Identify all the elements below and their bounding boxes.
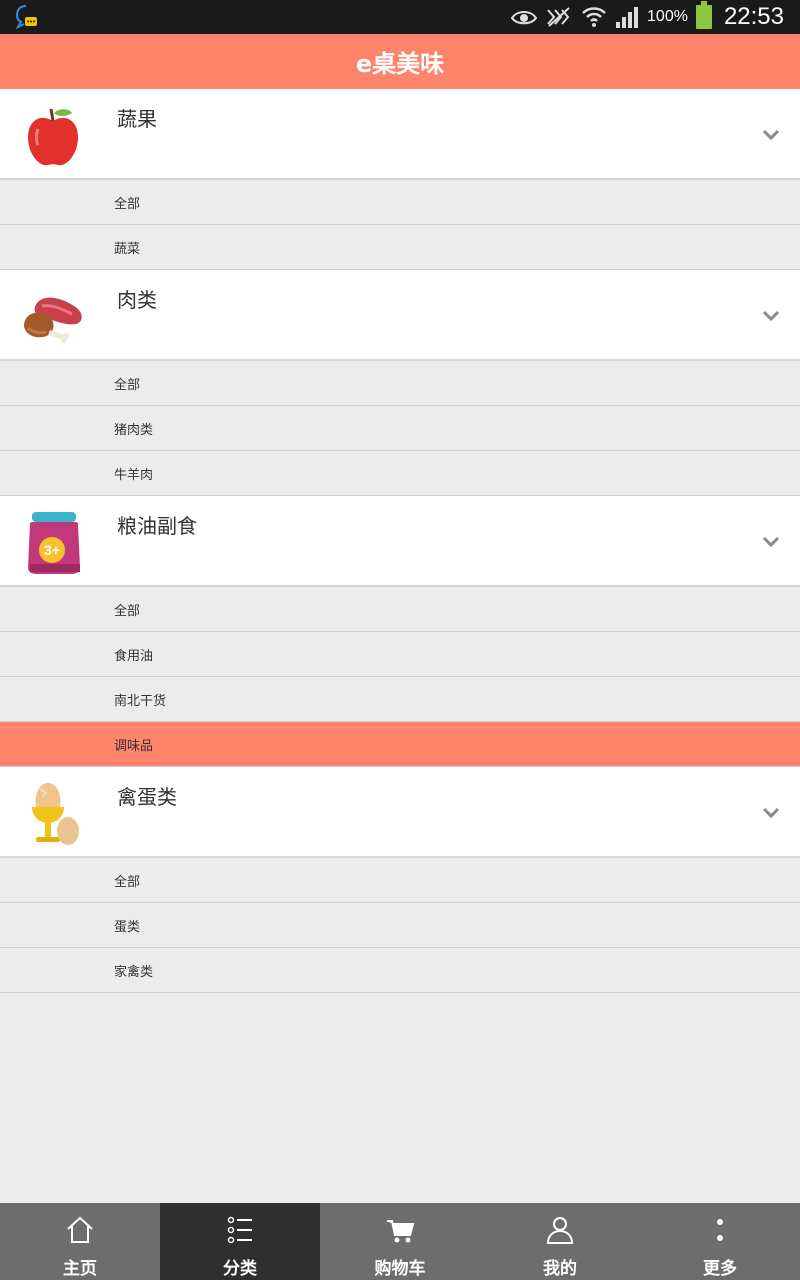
nav-label: 分类 (223, 1259, 257, 1279)
subcategory-item[interactable]: 全部 (0, 587, 800, 632)
nav-home[interactable]: 主页 (0, 1203, 160, 1280)
nfc-icon (547, 7, 570, 27)
battery-icon (695, 1, 712, 29)
category-poultry-eggs[interactable]: 禽蛋类 (0, 767, 800, 858)
chevron-down-icon[interactable] (762, 306, 780, 324)
category-list: 蔬果 全部 蔬菜 肉类 全部 猪肉类 牛羊肉 3+ 粮油副食 全部 食用油 南北… (0, 89, 800, 993)
subcategory-label: 全部 (114, 874, 141, 890)
subcategory-label: 蛋类 (114, 919, 141, 935)
home-icon (67, 1216, 93, 1243)
eye-icon (511, 11, 538, 25)
category-label: 蔬果 (117, 107, 157, 131)
category-label: 禽蛋类 (117, 785, 177, 809)
more-icon (717, 1219, 723, 1241)
subcategory-item[interactable]: 全部 (0, 361, 800, 406)
user-icon (546, 1217, 574, 1244)
subcategory-label: 食用油 (114, 648, 154, 664)
subcategory-label: 南北干货 (114, 693, 167, 709)
nav-category[interactable]: 分类 (160, 1203, 320, 1280)
nav-mine[interactable]: 我的 (480, 1203, 640, 1280)
page-title: e桌美味 (355, 50, 445, 78)
wifi-icon (582, 7, 606, 27)
subcategory-item[interactable]: 全部 (0, 858, 800, 903)
subcategory-item[interactable]: 全部 (0, 180, 800, 225)
qq-chat-icon (15, 5, 37, 30)
nav-label: 购物车 (374, 1259, 426, 1279)
subcategory-item[interactable]: 蔬菜 (0, 225, 800, 270)
subcategory-item[interactable]: 蛋类 (0, 903, 800, 948)
category-label: 粮油副食 (117, 514, 197, 538)
signal-icon (616, 7, 639, 28)
apple-icon (28, 108, 78, 166)
subcategory-item[interactable]: 猪肉类 (0, 406, 800, 451)
chevron-down-icon[interactable] (762, 532, 780, 550)
subcategory-label: 猪肉类 (114, 422, 154, 438)
subcategory-item-selected[interactable]: 调味品 (0, 722, 800, 767)
subcategory-item[interactable]: 食用油 (0, 632, 800, 677)
cart-icon (387, 1220, 415, 1243)
subcategory-label: 蔬菜 (114, 241, 141, 257)
list-icon (227, 1216, 252, 1244)
subcategory-label: 全部 (114, 603, 141, 619)
category-meat[interactable]: 肉类 (0, 270, 800, 361)
subcategory-label: 全部 (114, 377, 141, 393)
chevron-down-icon[interactable] (762, 125, 780, 143)
nav-more[interactable]: 更多 (640, 1203, 800, 1280)
subcategory-label: 调味品 (114, 738, 154, 754)
egg-icon (32, 783, 79, 845)
meat-icon (24, 297, 82, 343)
battery-percent: 100% (647, 8, 688, 25)
subcategory-item[interactable]: 家禽类 (0, 948, 800, 993)
svg-text:3+: 3+ (44, 542, 60, 558)
subcategory-label: 牛羊肉 (114, 467, 154, 483)
bottom-nav: 主页 分类 购物车 我的 更多 (0, 1203, 800, 1280)
nav-label: 我的 (543, 1259, 577, 1279)
subcategory-label: 全部 (114, 196, 141, 212)
app-header: e桌美味 (0, 34, 800, 89)
chevron-down-icon[interactable] (762, 803, 780, 821)
nav-label: 更多 (703, 1259, 737, 1279)
nav-cart[interactable]: 购物车 (320, 1203, 480, 1280)
status-bar: 100% 22:53 (0, 0, 800, 34)
nav-label: 主页 (63, 1259, 97, 1279)
clock: 22:53 (723, 3, 784, 30)
category-fruits-vegetables[interactable]: 蔬果 (0, 89, 800, 180)
jar-icon: 3+ (28, 512, 80, 574)
category-label: 肉类 (117, 288, 157, 312)
subcategory-item[interactable]: 牛羊肉 (0, 451, 800, 496)
subcategory-label: 家禽类 (114, 964, 154, 980)
category-grain-oil[interactable]: 3+ 粮油副食 (0, 496, 800, 587)
subcategory-item[interactable]: 南北干货 (0, 677, 800, 722)
